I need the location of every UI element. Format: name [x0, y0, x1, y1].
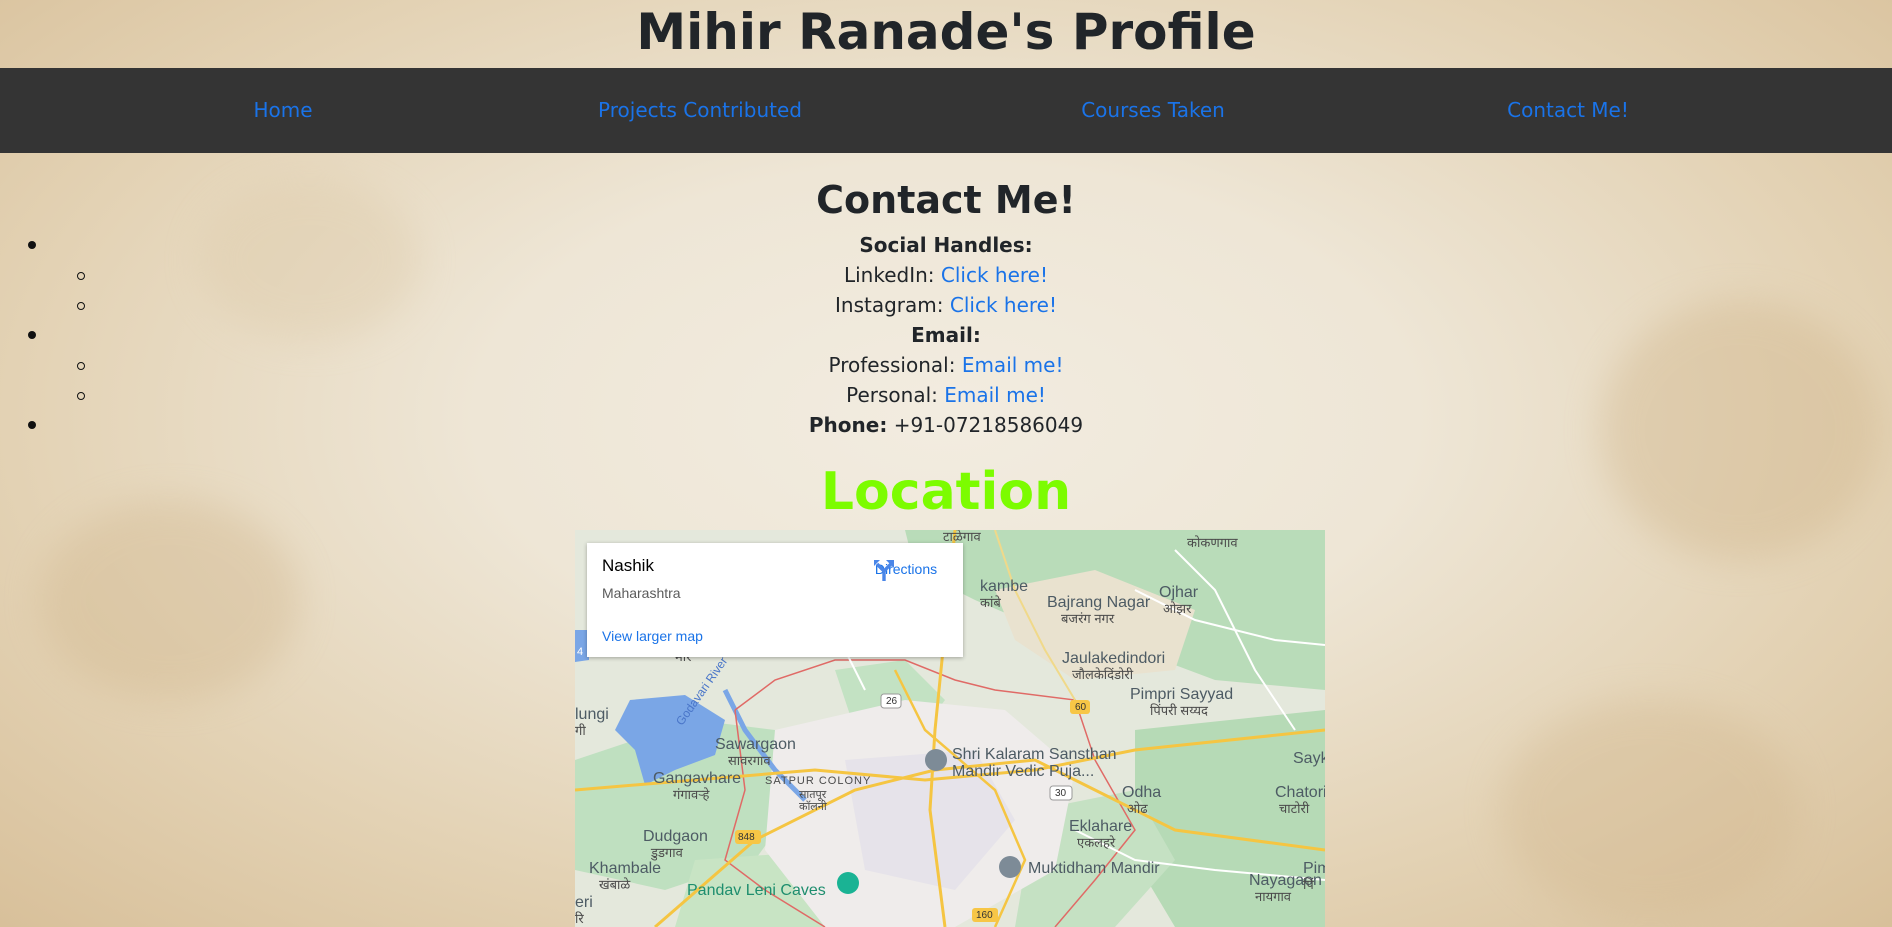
road-shield-label: 160 [976, 910, 993, 921]
map-label: डुडगाव [651, 845, 683, 860]
social-handles-heading: Social Handles: [859, 233, 1033, 257]
directions-icon [874, 560, 894, 581]
view-larger-map-link[interactable]: View larger map [602, 628, 703, 644]
map-label: ओझर [1163, 601, 1192, 616]
map-label: कॉलनी [799, 801, 827, 813]
linkedin-row: LinkedIn: Click here! [0, 260, 1892, 290]
map-label: खंबाळे [599, 877, 631, 892]
map-label: Shri Kalaram Sansthan [952, 746, 1117, 763]
road-shield-label: 848 [738, 832, 755, 843]
page-title: Mihir Ranade's Profile [636, 3, 1256, 61]
professional-email-row: Professional: Email me! [0, 350, 1892, 380]
map-label: Pimpri Sayyad [1130, 686, 1234, 703]
instagram-label: Instagram: [835, 293, 944, 317]
map-info-card: Nashik Maharashtra View larger map Direc… [587, 543, 963, 657]
map-label: पिंपरी सय्यद [1150, 703, 1208, 718]
professional-email-link[interactable]: Email me! [962, 353, 1064, 377]
map-label: Khambale [589, 860, 662, 877]
map-label: Bajrang Nagar [1047, 594, 1151, 611]
email-heading: Email: [911, 323, 981, 347]
personal-email-label: Personal: [846, 383, 938, 407]
map-label: गंगावऱ्हे [673, 787, 710, 802]
road-shield-label: 60 [1075, 702, 1087, 713]
map-label: रि [575, 911, 584, 926]
map-label: Pandav Leni Caves [687, 882, 826, 899]
map-label: एकलहरे [1077, 835, 1116, 850]
phone-row: Phone: +91-07218586049 [0, 410, 1892, 440]
instagram-row: Instagram: Click here! [0, 290, 1892, 320]
map-place-region: Maharashtra [602, 585, 681, 601]
nav-projects-link[interactable]: Projects Contributed [598, 68, 802, 153]
map-label: lungi [575, 706, 609, 723]
personal-email-row: Personal: Email me! [0, 380, 1892, 410]
map-label: Pimp [1303, 860, 1325, 877]
map-label: टाळेगाव [943, 530, 981, 544]
phone-value: +91-07218586049 [893, 413, 1084, 437]
map-label: Odha [1122, 784, 1162, 801]
map-label: Chatori [1275, 784, 1325, 801]
map-label: जौलकेदिंडोरी [1072, 667, 1134, 682]
map-label: eri [575, 894, 593, 911]
contact-heading: Contact Me! [816, 178, 1076, 222]
map-label: कोकणगाव [1187, 535, 1238, 550]
embedded-map[interactable]: टाळेगाव कोकणगाव kambe कांबे Bajrang Naga… [575, 530, 1325, 927]
map-label: Gangavhare [653, 770, 742, 787]
map-label: चाटोरी [1279, 801, 1310, 816]
professional-email-label: Professional: [828, 353, 956, 377]
map-label: Jaulakedindori [1062, 650, 1166, 667]
page-header: Mihir Ranade's Profile [0, 0, 1892, 68]
email-row: Email: [0, 320, 1892, 350]
map-label: ओढ [1127, 801, 1148, 816]
map-label: Mandir Vedic Puja... [952, 763, 1095, 780]
map-label: नायगाव [1255, 889, 1292, 904]
road-shield-label: 26 [886, 696, 898, 707]
map-label: Sawargaon [715, 736, 796, 753]
map-label: सावरगाव [728, 753, 771, 768]
map-place-name: Nashik [602, 556, 654, 575]
map-label: 4 [577, 646, 584, 658]
nav-contact-link[interactable]: Contact Me! [1507, 68, 1629, 153]
personal-email-link[interactable]: Email me! [944, 383, 1046, 407]
social-handles-row: Social Handles: [0, 230, 1892, 260]
directions-button[interactable]: Directions [871, 557, 941, 581]
map-label: Eklahare [1069, 818, 1133, 835]
phone-label: Phone: [808, 413, 888, 437]
map-label: पिं [1303, 877, 1314, 892]
map-label: SATPUR COLONY [765, 775, 872, 787]
map-label: kambe [980, 578, 1029, 595]
map-label: Dudgaon [643, 828, 708, 845]
instagram-link[interactable]: Click here! [950, 293, 1057, 317]
nav-courses-link[interactable]: Courses Taken [1081, 68, 1225, 153]
location-heading: Location [820, 462, 1072, 522]
road-shield-label: 30 [1055, 788, 1067, 799]
top-navbar: Home Projects Contributed Courses Taken … [0, 68, 1892, 153]
nav-home-link[interactable]: Home [253, 68, 312, 153]
map-label: गी [575, 723, 586, 738]
map-label: Ojhar [1159, 584, 1199, 601]
map-label: Saykl [1293, 750, 1325, 767]
map-label: बजरंग नगर [1061, 611, 1115, 626]
map-label: कांबे [980, 595, 1001, 610]
linkedin-link[interactable]: Click here! [941, 263, 1048, 287]
linkedin-label: LinkedIn: [843, 263, 935, 287]
map-label: Muktidham Mandir [1028, 860, 1160, 877]
